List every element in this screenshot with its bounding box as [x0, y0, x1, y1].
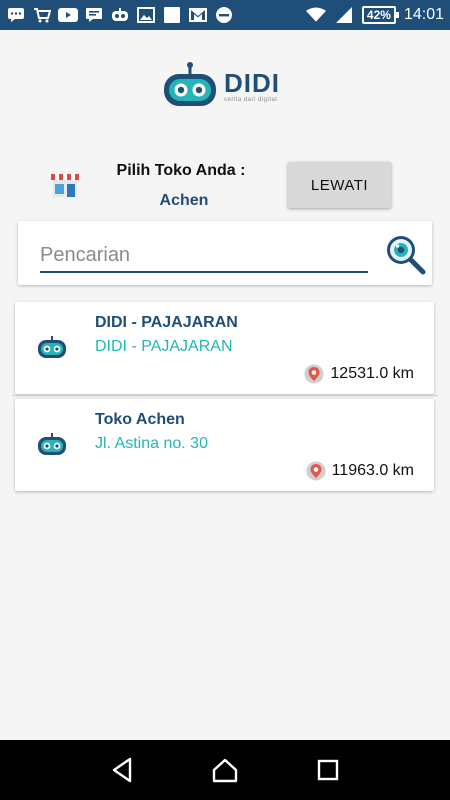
- divider: [12, 395, 438, 396]
- store-title: DIDI - PAJAJARAN: [95, 314, 238, 331]
- gmail-icon: [188, 6, 208, 24]
- store-selector-label: Pilih Toko Anda :: [116, 162, 246, 179]
- cart-icon: [32, 6, 52, 24]
- store-distance: 12531.0 km: [304, 364, 414, 384]
- robot-icon: [38, 336, 66, 358]
- distance-value: 11963.0 km: [331, 462, 414, 479]
- logo-wordmark: DIDI: [224, 67, 280, 98]
- list-item[interactable]: Toko Achen Jl. Astina no. 30 11963.0 km: [15, 399, 434, 491]
- notification-icons: [6, 6, 306, 24]
- skip-button[interactable]: LEWATI: [288, 162, 391, 208]
- status-bar: 42% 14:01: [0, 0, 450, 30]
- youtube-icon: [58, 6, 78, 24]
- distance-value: 12531.0 km: [330, 365, 414, 382]
- selected-store-name[interactable]: Achen: [96, 192, 272, 210]
- wifi-icon: [305, 6, 326, 24]
- search-bar: [18, 221, 432, 285]
- store-address: Jl. Astina no. 30: [95, 435, 208, 452]
- message-icon: [84, 6, 104, 24]
- recents-icon[interactable]: [313, 755, 343, 785]
- logo-tagline: cerita dari digital: [224, 96, 278, 103]
- store-icon: [51, 174, 79, 197]
- square-icon: [162, 6, 182, 24]
- store-selector: Pilih Toko Anda : Achen LEWATI: [0, 152, 450, 218]
- map-pin-icon: [304, 364, 324, 384]
- home-icon[interactable]: [210, 755, 240, 785]
- app-logo: DIDI cerita dari digital: [162, 60, 287, 112]
- back-icon[interactable]: [107, 755, 137, 785]
- status-time: 14:01: [403, 6, 444, 23]
- list-item[interactable]: DIDI - PAJAJARAN DIDI - PAJAJARAN 12531.…: [15, 302, 434, 394]
- search-input[interactable]: [40, 239, 368, 273]
- signal-icon: [334, 6, 354, 24]
- minus-circle-icon: [214, 6, 234, 24]
- battery-indicator: 42%: [361, 6, 399, 24]
- store-address: DIDI - PAJAJARAN: [95, 338, 233, 355]
- robot-logo-icon: [164, 62, 216, 106]
- store-distance: 11963.0 km: [306, 461, 414, 481]
- navigation-bar: [0, 740, 450, 800]
- map-pin-icon: [306, 461, 326, 481]
- chat-icon: [6, 6, 26, 24]
- image-icon: [136, 6, 156, 24]
- robot-icon: [110, 6, 130, 24]
- robot-icon: [38, 433, 66, 455]
- store-title: Toko Achen: [95, 411, 185, 428]
- search-icon[interactable]: [384, 233, 426, 275]
